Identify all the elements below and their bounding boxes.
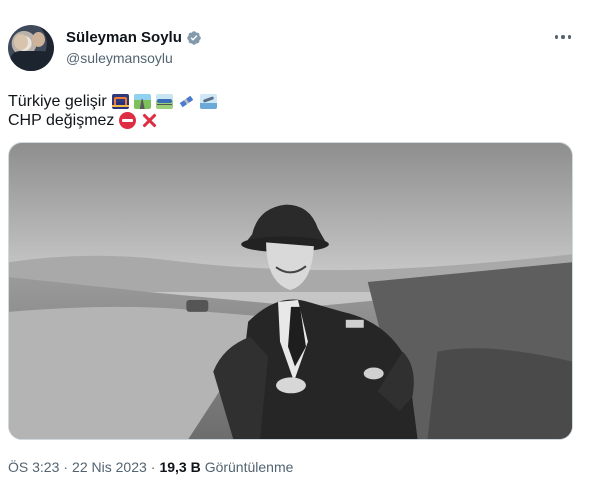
views-count[interactable]: 19,3 B [159, 459, 200, 475]
avatar-face [14, 34, 28, 50]
dot [554, 35, 559, 39]
avatar-figure [10, 51, 52, 71]
meta-separator: · [150, 459, 156, 475]
satellite-icon [177, 94, 195, 109]
dot [567, 35, 572, 39]
tweet-meta: ÖS 3:23 · 22 Nis 2023 · 19,3 B Görüntüle… [8, 459, 293, 475]
verified-badge-icon[interactable] [186, 30, 202, 46]
tweet-text: Türkiye gelişir CHP değişmez [8, 92, 217, 130]
more-options-icon[interactable] [552, 28, 574, 46]
cross-mark-icon [141, 112, 158, 129]
no-entry-icon [119, 112, 137, 129]
tweet-line-2-text: CHP değişmez [8, 112, 115, 129]
tweet-time[interactable]: ÖS 3:23 [8, 459, 59, 475]
author-avatar[interactable] [8, 25, 54, 71]
tweet: Süleyman Soylu @suleymansoylu Türkiye ge… [0, 0, 592, 494]
railway-track-icon [155, 94, 173, 109]
dot [561, 35, 565, 39]
tweet-photo[interactable] [8, 142, 573, 440]
meta-separator: · [63, 459, 69, 475]
bridge-at-night-icon [111, 94, 129, 109]
tweet-text-line-2: CHP değişmez [8, 111, 217, 130]
avatar-face [32, 32, 45, 47]
views-label: Görüntülenme [204, 459, 294, 475]
motorway-icon [133, 94, 151, 109]
author-name-row: Süleyman Soylu [66, 29, 202, 46]
photo-illustration [9, 143, 572, 439]
airplane-icon [199, 94, 217, 109]
tweet-line-1-text: Türkiye gelişir [8, 93, 107, 110]
tweet-text-line-1: Türkiye gelişir [8, 92, 217, 111]
tweet-date[interactable]: 22 Nis 2023 [72, 459, 147, 475]
author-display-name[interactable]: Süleyman Soylu [66, 29, 182, 46]
author-handle[interactable]: @suleymansoylu [66, 50, 173, 66]
